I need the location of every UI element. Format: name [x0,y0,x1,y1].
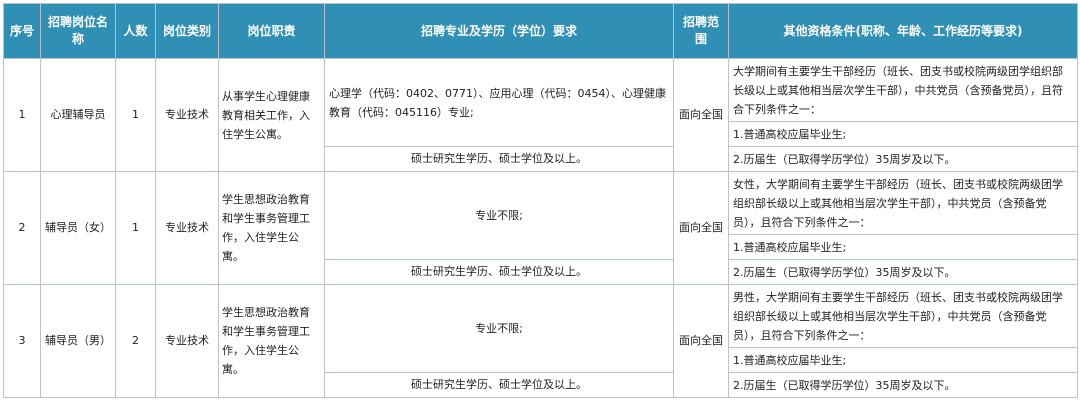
table-row: 3 辅导员（男） 2 专业技术 学生思想政治教育和学生事务管理工作，入住学生公寓… [3,284,1078,398]
cell-count: 1 [115,171,156,285]
cell-req-2: 2.历届生（已取得学历学位）35周岁及以下。 [728,259,1078,285]
cell-major: 专业不限; [324,284,674,373]
cell-req-1: 1.普通高校应届毕业生; [728,121,1078,147]
cell-req-2: 2.历届生（已取得学历学位）35周岁及以下。 [728,146,1078,172]
cell-category: 专业技术 [155,171,219,285]
cell-req-main: 男性，大学期间有主要学生干部经历（班长、团支书或校院两级团学组织部长级以上或其他… [728,284,1078,348]
cell-degree: 硕士研究生学历、硕士学位及以上。 [324,372,674,398]
cell-count: 1 [115,58,156,172]
cell-count: 2 [115,284,156,398]
cell-position: 辅导员（女） [40,171,116,285]
cell-no: 1 [3,58,41,172]
table-row: 1 心理辅导员 1 专业技术 从事学生心理健康教育相关工作，入住学生公寓。 心理… [3,58,1078,172]
header-position: 招聘岗位名称 [40,3,116,59]
recruitment-table: 序号 招聘岗位名称 人数 岗位类别 岗位职责 招聘专业及学历（学位）要求 招聘范… [3,3,1078,398]
header-count: 人数 [115,3,156,59]
table-header-row: 序号 招聘岗位名称 人数 岗位类别 岗位职责 招聘专业及学历（学位）要求 招聘范… [3,3,1078,59]
header-duty: 岗位职责 [218,3,325,59]
cell-no: 2 [3,171,41,285]
cell-position: 辅导员（男） [40,284,116,398]
cell-req-1: 1.普通高校应届毕业生; [728,234,1078,260]
cell-position: 心理辅导员 [40,58,116,172]
cell-major: 心理学（代码：0402、0771）、应用心理（代码：0454）、心理健康教育（代… [324,58,674,147]
cell-req-main: 女性，大学期间有主要学生干部经历（班长、团支书或校院两级团学组织部长级以上或其他… [728,171,1078,235]
header-major: 招聘专业及学历（学位）要求 [324,3,674,59]
cell-category: 专业技术 [155,284,219,398]
cell-scope: 面向全国 [673,284,729,398]
table-row: 2 辅导员（女） 1 专业技术 学生思想政治教育和学生事务管理工作，入住学生公寓… [3,171,1078,285]
cell-duty: 从事学生心理健康教育相关工作，入住学生公寓。 [218,58,325,172]
cell-major: 专业不限; [324,171,674,260]
cell-degree: 硕士研究生学历、硕士学位及以上。 [324,259,674,285]
cell-req-main: 大学期间有主要学生干部经历（班长、团支书或校院两级团学组织部长级以上或其他相当层… [728,58,1078,122]
cell-degree: 硕士研究生学历、硕士学位及以上。 [324,146,674,172]
recruitment-table-container: 序号 招聘岗位名称 人数 岗位类别 岗位职责 招聘专业及学历（学位）要求 招聘范… [3,3,1078,403]
header-category: 岗位类别 [155,3,219,59]
cell-req-1: 1.普通高校应届毕业生; [728,347,1078,373]
cell-category: 专业技术 [155,58,219,172]
cell-scope: 面向全国 [673,171,729,285]
cell-duty: 学生思想政治教育和学生事务管理工作，入住学生公寓。 [218,284,325,398]
cell-req-2: 2.历届生（已取得学历学位）35周岁及以下。 [728,372,1078,398]
header-other: 其他资格条件(职称、年龄、工作经历等要求) [728,3,1078,59]
cell-duty: 学生思想政治教育和学生事务管理工作，入住学生公寓。 [218,171,325,285]
cell-scope: 面向全国 [673,58,729,172]
header-no: 序号 [3,3,41,59]
cell-no: 3 [3,284,41,398]
header-scope: 招聘范围 [673,3,729,59]
